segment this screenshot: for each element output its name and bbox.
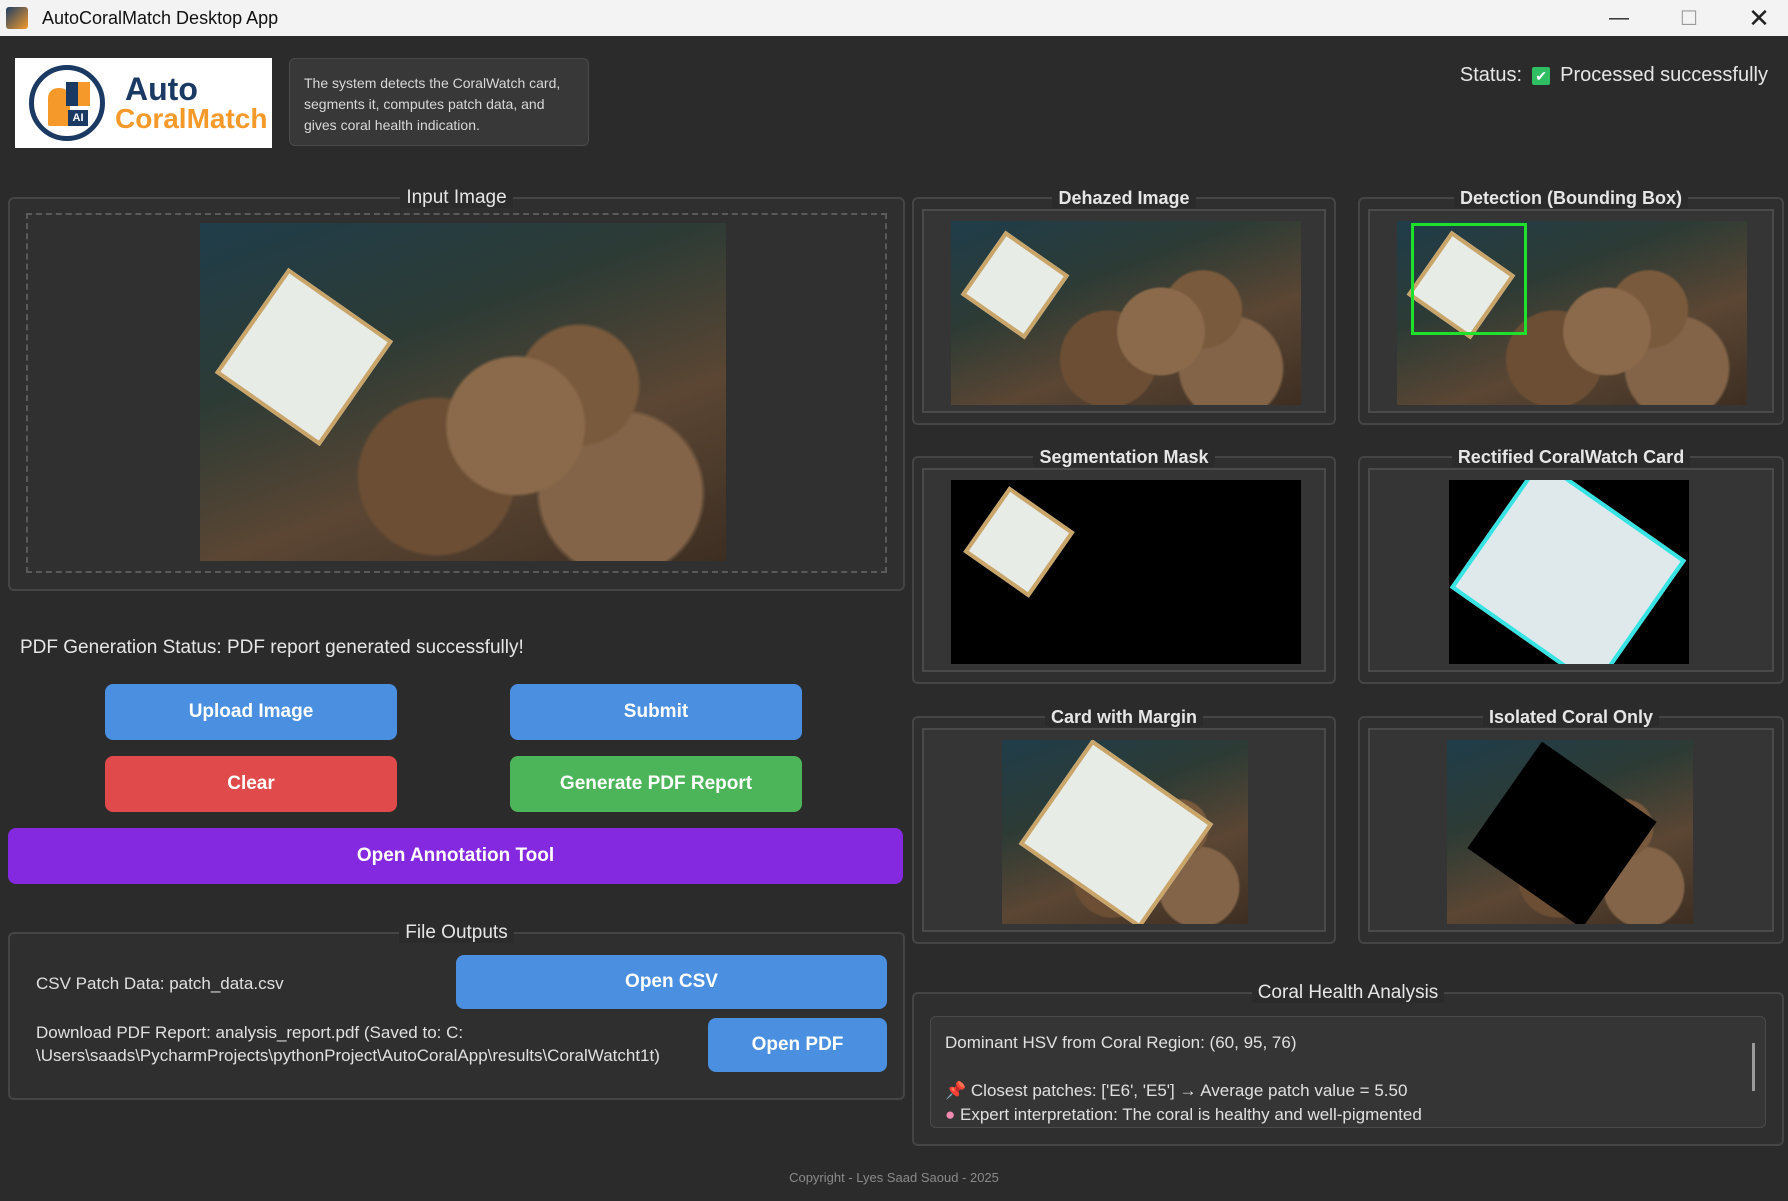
detection-title: Detection (Bounding Box): [1454, 188, 1688, 208]
isolated-coral-panel: Isolated Coral Only: [1358, 707, 1784, 944]
upload-image-button[interactable]: Upload Image: [105, 684, 397, 740]
dominant-hsv-text: Dominant HSV from Coral Region: (60, 95,…: [945, 1033, 1297, 1052]
image-drop-zone[interactable]: [26, 213, 887, 573]
pdf-report-line-1: Download PDF Report: analysis_report.pdf…: [36, 1023, 464, 1042]
dehazed-image-panel: Dehazed Image: [912, 188, 1336, 425]
segmentation-mask-image: [951, 480, 1301, 664]
generate-pdf-button[interactable]: Generate PDF Report: [510, 756, 802, 812]
closest-patches-text: Closest patches: ['E6', 'E5'] → Average …: [970, 1081, 1408, 1100]
logo-word-coralmatch: CoralMatch: [115, 103, 268, 134]
description-box: The system detects the CoralWatch card, …: [289, 58, 589, 146]
rectified-card-image: [1449, 480, 1689, 664]
status-value: Processed successfully: [1560, 64, 1768, 86]
brain-icon: ●: [945, 1105, 956, 1124]
csv-patch-data-label: CSV Patch Data: patch_data.csv: [36, 974, 284, 993]
dehazed-title: Dehazed Image: [1052, 188, 1196, 208]
open-pdf-button[interactable]: Open PDF: [708, 1018, 887, 1072]
detection-image: [1397, 221, 1747, 405]
detection-panel: Detection (Bounding Box): [1358, 188, 1784, 425]
scrollbar[interactable]: [1752, 1043, 1755, 1091]
segmentation-panel: Segmentation Mask: [912, 447, 1336, 684]
logo-word-auto: Auto: [125, 71, 198, 107]
open-annotation-tool-button[interactable]: Open Annotation Tool: [8, 828, 903, 884]
pdf-report-path: Download PDF Report: analysis_report.pdf…: [36, 1021, 706, 1067]
rectified-card-panel: Rectified CoralWatch Card: [1358, 447, 1784, 684]
file-outputs-title: File Outputs: [399, 922, 514, 943]
isolated-coral-image: [1447, 740, 1693, 924]
isolated-coral-title: Isolated Coral Only: [1482, 707, 1660, 727]
clear-button[interactable]: Clear: [105, 756, 397, 812]
coral-logo-icon: AI: [29, 65, 105, 141]
card-margin-panel: Card with Margin: [912, 707, 1336, 944]
health-analysis-text[interactable]: Dominant HSV from Coral Region: (60, 95,…: [930, 1016, 1766, 1128]
dehazed-image: [951, 221, 1301, 405]
title-bar: AutoCoralMatch Desktop App — ☐ ✕: [0, 0, 1788, 36]
status-label: Status:: [1459, 64, 1523, 86]
open-csv-button[interactable]: Open CSV: [456, 955, 887, 1009]
copyright: Copyright - Lyes Saad Saoud - 2025: [789, 1170, 999, 1185]
pin-icon: 📌: [945, 1081, 967, 1100]
input-image: [200, 223, 726, 561]
segmentation-title: Segmentation Mask: [1033, 447, 1215, 467]
rectified-title: Rectified CoralWatch Card: [1451, 447, 1691, 467]
app-logo: AI Auto CoralMatch: [15, 58, 272, 148]
pdf-report-line-2: \Users\saads\PycharmProjects\pythonProje…: [36, 1046, 660, 1065]
input-image-panel: Input Image: [8, 187, 905, 591]
pdf-generation-status: PDF Generation Status: PDF report genera…: [20, 637, 524, 658]
expert-interpretation-text: Expert interpretation: The coral is heal…: [960, 1105, 1422, 1124]
card-margin-image: [1002, 740, 1248, 924]
bounding-box: [1411, 223, 1527, 335]
check-icon: ✔: [1532, 66, 1551, 85]
status-indicator: Status: ✔ Processed successfully: [1460, 64, 1768, 87]
app-icon: [6, 7, 28, 29]
input-image-title: Input Image: [400, 187, 513, 208]
coral-health-title: Coral Health Analysis: [1251, 982, 1445, 1003]
maximize-button[interactable]: ☐: [1654, 0, 1724, 36]
window-title: AutoCoralMatch Desktop App: [42, 7, 279, 28]
close-button[interactable]: ✕: [1724, 0, 1788, 36]
card-margin-title: Card with Margin: [1044, 707, 1203, 727]
minimize-button[interactable]: —: [1584, 0, 1654, 36]
submit-button[interactable]: Submit: [510, 684, 802, 740]
